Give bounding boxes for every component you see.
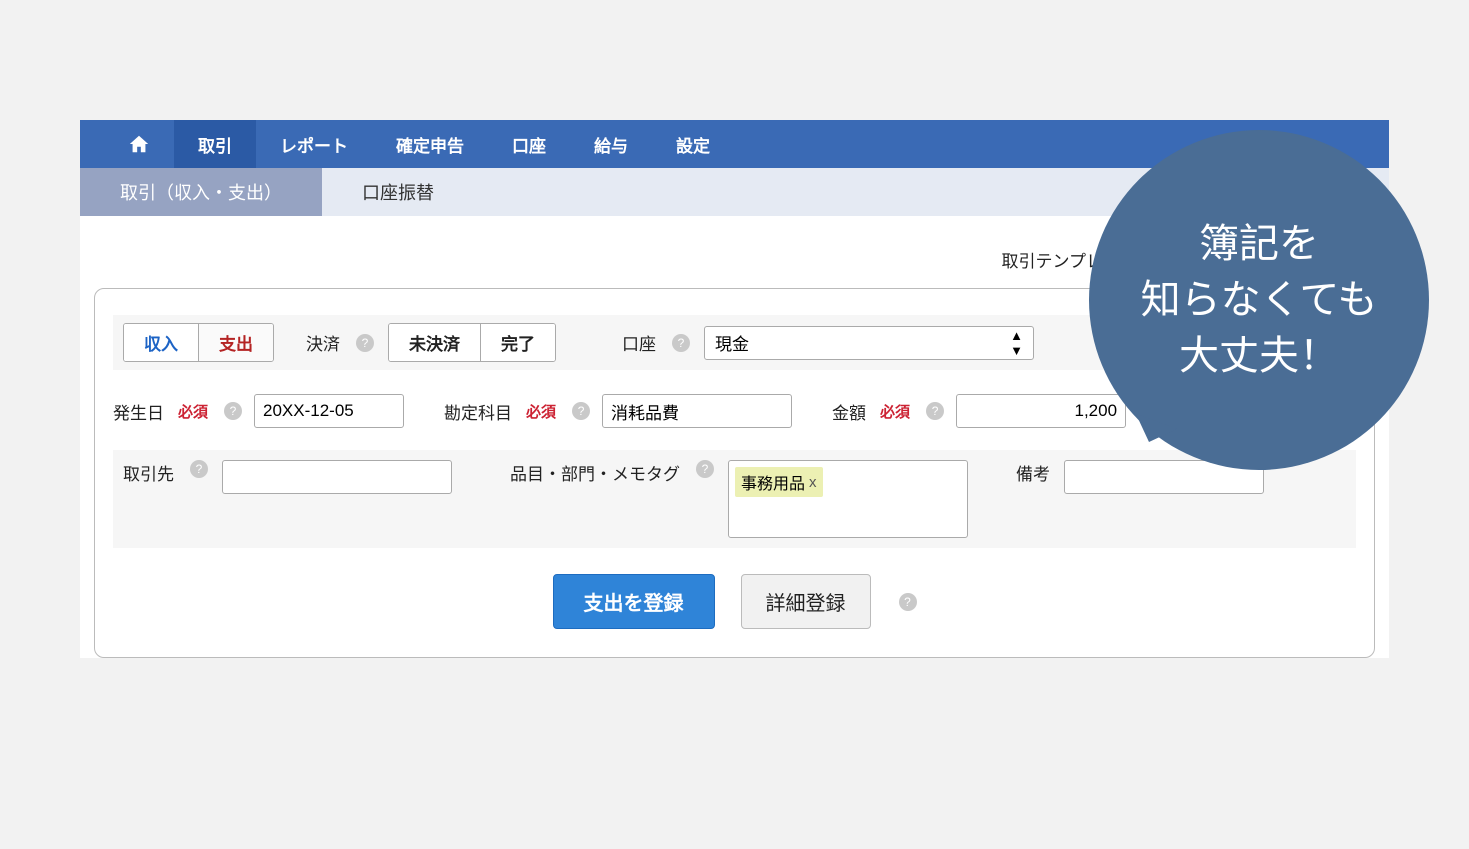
required-badge: 必須 xyxy=(880,401,910,422)
form-row-3: 取引先 ? 品目・部門・メモタグ ? 事務用品 x 備考 xyxy=(113,450,1356,548)
amount-input[interactable] xyxy=(956,394,1126,428)
help-icon[interactable]: ? xyxy=(572,402,590,420)
subject-input[interactable] xyxy=(602,394,792,428)
nav-item-settings[interactable]: 設定 xyxy=(652,120,734,168)
expense-button[interactable]: 支出 xyxy=(198,324,273,361)
chevron-updown-icon: ▲▼ xyxy=(1010,328,1023,358)
subtab-transfer[interactable]: 口座振替 xyxy=(322,168,474,216)
settle-toggle: 未決済 完了 xyxy=(388,323,556,362)
type-toggle: 収入 支出 xyxy=(123,323,274,362)
register-expense-button[interactable]: 支出を登録 xyxy=(553,574,715,629)
subject-label: 勘定科目 xyxy=(444,399,512,424)
subtab-transactions[interactable]: 取引（収入・支出） xyxy=(80,168,322,216)
nav-item-transactions[interactable]: 取引 xyxy=(174,120,256,168)
bubble-line: 簿記を xyxy=(1199,222,1319,266)
bubble-line: 大丈夫！ xyxy=(1179,334,1339,378)
required-badge: 必須 xyxy=(178,401,208,422)
account-label: 口座 xyxy=(622,330,656,355)
bubble-line: 知らなくても xyxy=(1141,278,1378,322)
help-icon[interactable]: ? xyxy=(696,460,714,478)
date-input[interactable] xyxy=(254,394,404,428)
settle-label: 決済 xyxy=(306,330,340,355)
partner-label: 取引先 xyxy=(123,460,174,485)
date-label: 発生日 xyxy=(113,399,164,424)
help-icon[interactable]: ? xyxy=(672,334,690,352)
tag-label: 事務用品 xyxy=(741,470,805,494)
nav-item-payroll[interactable]: 給与 xyxy=(570,120,652,168)
tags-input[interactable]: 事務用品 x xyxy=(728,460,968,538)
partner-input[interactable] xyxy=(222,460,452,494)
home-icon xyxy=(128,133,150,155)
callout-bubble: 簿記を 知らなくても 大丈夫！ xyxy=(1089,130,1429,470)
help-icon[interactable]: ? xyxy=(356,334,374,352)
tag-remove-icon[interactable]: x xyxy=(809,474,817,491)
tag-chip: 事務用品 x xyxy=(735,467,823,497)
account-value: 現金 xyxy=(715,330,749,355)
nav-item-account[interactable]: 口座 xyxy=(488,120,570,168)
nav-item-tax[interactable]: 確定申告 xyxy=(372,120,488,168)
tags-label: 品目・部門・メモタグ xyxy=(510,460,680,485)
income-button[interactable]: 収入 xyxy=(124,324,198,361)
remark-label: 備考 xyxy=(1016,460,1050,485)
detail-register-button[interactable]: 詳細登録 xyxy=(741,574,871,629)
help-icon[interactable]: ? xyxy=(190,460,208,478)
required-badge: 必須 xyxy=(526,401,556,422)
done-button[interactable]: 完了 xyxy=(480,324,555,361)
help-icon[interactable]: ? xyxy=(224,402,242,420)
account-select[interactable]: 現金 ▲▼ xyxy=(704,326,1034,360)
help-icon[interactable]: ? xyxy=(926,402,944,420)
actions-row: 支出を登録 詳細登録 ? xyxy=(113,574,1356,629)
nav-home[interactable] xyxy=(104,120,174,168)
nav-item-report[interactable]: レポート xyxy=(256,120,372,168)
amount-label: 金額 xyxy=(832,399,866,424)
pending-button[interactable]: 未決済 xyxy=(389,324,480,361)
help-icon[interactable]: ? xyxy=(899,593,917,611)
